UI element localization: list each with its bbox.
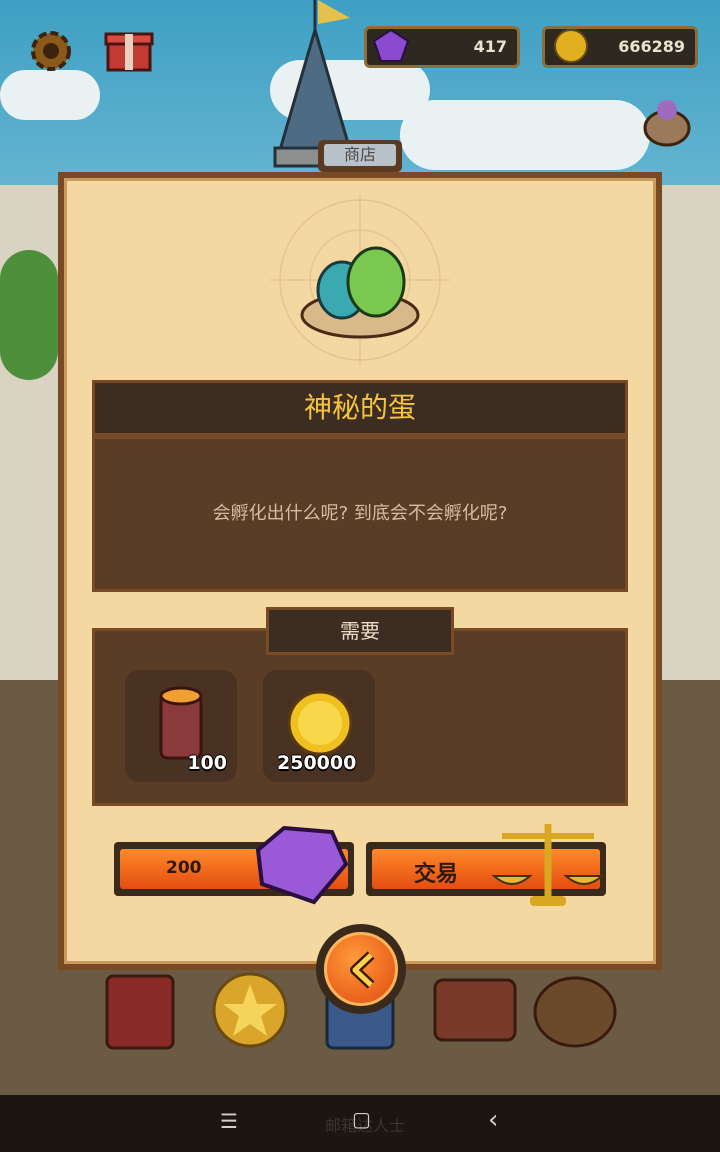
purple-gem-icon: [255, 825, 349, 905]
scales-icon: [491, 824, 605, 906]
gem-icon: [372, 28, 410, 62]
requirement-slot-coin: 250000: [263, 670, 375, 782]
cloud: [400, 100, 650, 170]
item-title-bar: 神秘的蛋: [92, 380, 628, 436]
gold-coin-icon: [287, 690, 353, 756]
shop-tab: 商店: [318, 140, 402, 172]
gem-count: 417: [473, 37, 507, 56]
trade-label: 交易: [414, 862, 459, 887]
back-button[interactable]: [316, 924, 406, 1014]
item-description: 会孵化出什么呢? 到底会不会孵化呢?: [212, 503, 508, 524]
gem-counter: 417: [364, 26, 520, 68]
gear-icon[interactable]: [24, 24, 78, 78]
shop-tab-label: 商店: [324, 144, 396, 166]
trade-button[interactable]: 交易: [366, 824, 606, 906]
menu-nav-icon[interactable]: ☰: [220, 1109, 238, 1133]
coin-icon: [554, 29, 588, 63]
pouch-icon[interactable]: [640, 96, 694, 148]
buy-with-gems-button[interactable]: 200: [114, 825, 354, 905]
coin-counter: 666289: [542, 26, 698, 68]
back-nav-icon[interactable]: ‹: [488, 1105, 498, 1135]
gem-price: 200: [166, 858, 202, 878]
coin-amount: 250000: [277, 752, 357, 774]
system-navigation-bar: ☰ 邮箱达人士 ▢ ‹: [0, 1095, 720, 1152]
requirement-slot-wood: 100: [125, 670, 237, 782]
egg-nest-icon: [270, 195, 450, 365]
gift-icon[interactable]: [104, 22, 154, 74]
coin-count: 666289: [618, 37, 685, 56]
item-title: 神秘的蛋: [303, 391, 416, 424]
wood-amount: 100: [187, 752, 227, 774]
requirements-label: 需要: [266, 607, 454, 655]
back-arrow-icon: [324, 932, 398, 1006]
home-nav-icon[interactable]: ▢: [352, 1107, 371, 1131]
item-description-box: 会孵化出什么呢? 到底会不会孵化呢?: [92, 436, 628, 592]
tree-decoration: [0, 250, 58, 380]
